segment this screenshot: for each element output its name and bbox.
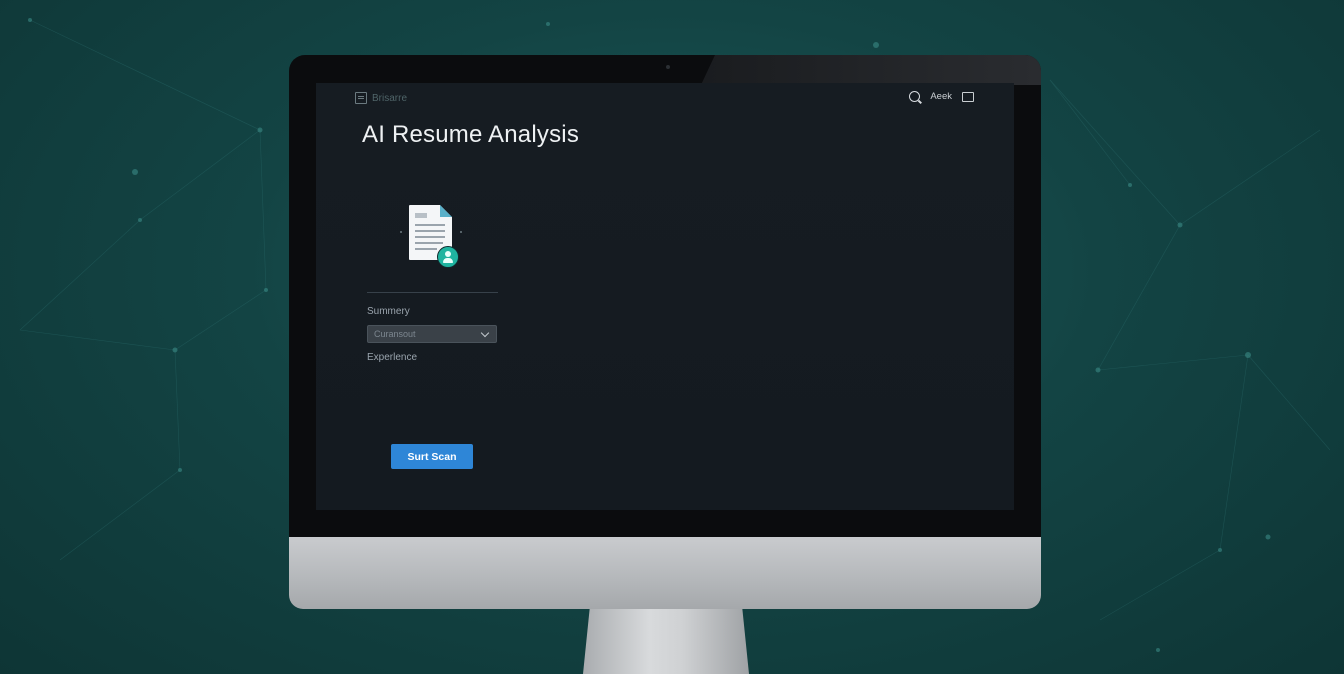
brand-label: Brisarre [372, 92, 408, 104]
camera-dot [666, 65, 670, 69]
experience-label: Experlence [367, 352, 418, 363]
nav-label[interactable]: Aeek [930, 91, 952, 102]
monitor-chin [289, 537, 1041, 609]
bezel-glare [701, 55, 1041, 85]
decor-dot [460, 231, 462, 233]
window-icon[interactable] [962, 91, 974, 102]
summary-label: Summery [367, 306, 410, 317]
app-screen: Brisarre Aeek AI Resume Analysis Summery… [316, 83, 1014, 510]
summary-dropdown[interactable]: Curansout [367, 325, 497, 343]
resume-illustration [396, 201, 466, 273]
dropdown-value: Curansout [374, 329, 416, 339]
document-fold [440, 205, 452, 217]
top-actions: Aeek [909, 91, 974, 102]
document-icon [355, 92, 367, 104]
chevron-down-icon [480, 328, 490, 338]
search-icon[interactable] [909, 91, 921, 102]
decor-dot [400, 231, 402, 233]
divider [367, 292, 498, 293]
page-title: AI Resume Analysis [362, 121, 580, 148]
top-bar: Brisarre Aeek [316, 83, 1014, 113]
user-icon [437, 246, 459, 268]
start-scan-button[interactable]: Surt Scan [391, 444, 473, 469]
brand[interactable]: Brisarre [355, 92, 407, 104]
monitor-stand [583, 609, 749, 674]
